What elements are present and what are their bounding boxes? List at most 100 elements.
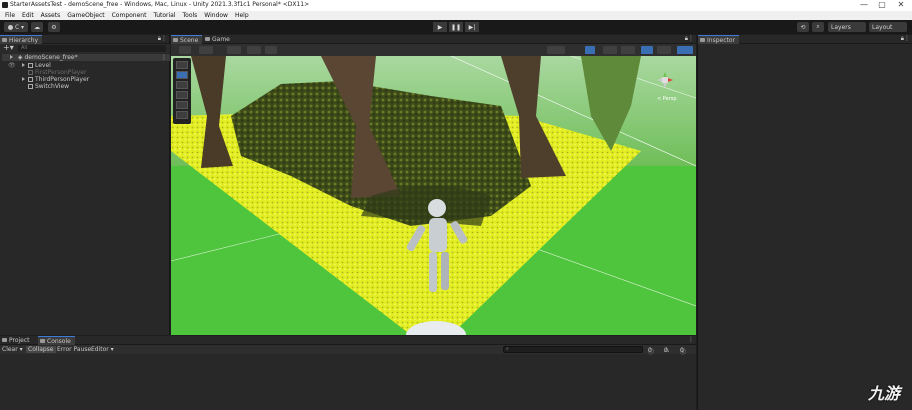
info-count: 0	[648, 347, 652, 354]
rotate-tool-icon[interactable]	[176, 81, 188, 89]
search-icon: ⌕	[506, 346, 509, 352]
clear-button[interactable]: Clear ▾	[2, 346, 23, 353]
scene-root-row[interactable]: ◈ demoScene_free* ⋮	[2, 54, 170, 61]
game-tab-icon	[205, 37, 210, 41]
main-toolbar: C ▾ ☁ ⚙ ▶ ❚❚ ▶| ⟲ ⌕ Layers Layout	[0, 20, 912, 34]
snap-increment-icon[interactable]	[265, 46, 277, 54]
hierarchy-item-level[interactable]: Level	[22, 62, 51, 69]
info-icon	[700, 38, 705, 42]
tab-console[interactable]: Console	[38, 336, 75, 345]
scene-tab-icon	[173, 38, 178, 42]
window-title: StarterAssetsTest - demoScene_free - Win…	[10, 1, 310, 8]
menu-component[interactable]: Component	[112, 12, 147, 19]
menu-tutorial[interactable]: Tutorial	[153, 12, 175, 19]
tab-game-label: Game	[212, 36, 230, 43]
step-button[interactable]: ▶|	[465, 22, 479, 32]
account-icon	[7, 24, 13, 30]
tab-inspector[interactable]: Inspector	[698, 35, 739, 44]
camera-icon[interactable]	[657, 46, 671, 54]
expand-arrow-icon[interactable]	[22, 63, 25, 67]
gameobject-icon	[28, 77, 33, 82]
audio-icon[interactable]	[603, 46, 617, 54]
kebab-menu-icon[interactable]: ⋮	[688, 35, 694, 42]
layers-label: Layers	[831, 23, 851, 31]
close-button[interactable]: ✕	[892, 0, 910, 9]
editor-dropdown[interactable]: Editor ▾	[91, 346, 114, 353]
tab-game[interactable]: Game	[203, 35, 234, 44]
hierarchy-item-firstpersonplayer[interactable]: FirstPersonPlayer	[28, 69, 86, 76]
kebab-menu-icon[interactable]: ⋮	[688, 336, 694, 343]
menu-file[interactable]: File	[5, 12, 15, 19]
hierarchy-item-switchview[interactable]: SwitchView	[28, 83, 69, 90]
global-icon[interactable]	[227, 46, 241, 54]
2d-lighting-icon[interactable]	[585, 46, 595, 54]
visibility-eye-icon[interactable]: 👁︎	[8, 62, 16, 69]
gameobject-icon	[28, 70, 33, 75]
scene-viewport[interactable]: < Persp	[171, 56, 696, 335]
effects-icon[interactable]	[621, 46, 635, 54]
grid-snap-icon[interactable]	[247, 46, 261, 54]
tab-scene-label: Scene	[180, 37, 199, 44]
maximize-button[interactable]: ▢	[873, 0, 891, 9]
expand-arrow-icon[interactable]	[22, 77, 25, 81]
hierarchy-tabbar: Hierarchy 🔒︎ ⋮	[0, 35, 169, 44]
hierarchy-panel: Hierarchy 🔒︎ ⋮ +▾ All ◈ demoScene_free* …	[0, 35, 170, 335]
console-search-input[interactable]: ⌕	[503, 346, 643, 353]
layers-dropdown[interactable]: Layers	[828, 22, 866, 32]
gizmos-icon[interactable]	[677, 46, 693, 54]
item-label: SwitchView	[35, 83, 70, 90]
search-placeholder: All	[21, 45, 28, 51]
menu-window[interactable]: Window	[204, 12, 228, 19]
move-tool-icon[interactable]	[176, 71, 188, 79]
kebab-menu-icon[interactable]: ⋮	[161, 35, 167, 42]
collab-icon[interactable]: ⚙	[48, 22, 60, 32]
minimize-button[interactable]: —	[855, 0, 873, 9]
scale-tool-icon[interactable]	[176, 91, 188, 99]
menu-help[interactable]: Help	[235, 12, 249, 19]
scene-toolbar	[171, 44, 696, 56]
tab-scene[interactable]: Scene	[171, 35, 203, 44]
hand-tool-icon[interactable]	[176, 61, 188, 69]
scene-kebab-icon[interactable]: ⋮	[161, 54, 167, 61]
draw-mode-icon[interactable]	[179, 46, 191, 54]
warning-count-value: 0	[664, 347, 668, 354]
scene-render	[171, 56, 696, 335]
gameobject-icon	[28, 63, 33, 68]
persp-label[interactable]: < Persp	[657, 96, 677, 102]
tab-inspector-label: Inspector	[707, 37, 735, 44]
add-icon[interactable]: +▾	[3, 44, 14, 52]
play-button[interactable]: ▶	[433, 22, 447, 32]
hierarchy-item-thirdpersonplayer[interactable]: ThirdPersonPlayer	[22, 76, 89, 83]
expand-arrow-icon[interactable]	[10, 55, 13, 59]
menu-edit[interactable]: Edit	[22, 12, 34, 19]
pause-button[interactable]: ❚❚	[449, 22, 463, 32]
hierarchy-search-input[interactable]: All	[18, 45, 166, 52]
scene-panel: Scene Game 🔒︎ ⋮ < Persp	[171, 35, 696, 335]
layout-dropdown[interactable]: Layout	[869, 22, 907, 32]
tab-project[interactable]: Project	[0, 336, 34, 345]
hierarchy-toolbar: +▾ All	[0, 44, 170, 53]
scene-visibility-icon[interactable]	[641, 46, 653, 54]
kebab-menu-icon[interactable]: ⋮	[904, 35, 910, 42]
shading-mode-icon[interactable]	[547, 46, 565, 54]
rect-tool-icon[interactable]	[176, 101, 188, 109]
menu-tools[interactable]: Tools	[183, 12, 198, 19]
menu-gameobject[interactable]: GameObject	[67, 12, 104, 19]
pivot-icon[interactable]	[199, 46, 213, 54]
console-icon	[40, 339, 45, 343]
menu-assets[interactable]: Assets	[41, 12, 61, 19]
history-icon[interactable]: ⟲	[797, 22, 809, 32]
console-toolbar: Clear ▾ Collapse Error Pause Editor ▾ ⌕ …	[0, 345, 696, 356]
error-count-value: 0	[680, 347, 684, 354]
unity-logo-icon	[2, 2, 8, 8]
watermark-logo: 九游	[867, 384, 900, 403]
transform-tool-icon[interactable]	[176, 111, 188, 119]
error-pause-button[interactable]: Error Pause	[57, 346, 91, 353]
collapse-button[interactable]: Collapse	[26, 346, 56, 353]
account-button[interactable]: C ▾	[4, 22, 28, 32]
console-tabbar: Project Console ⋮	[0, 336, 696, 345]
search-icon[interactable]: ⌕	[812, 22, 824, 32]
list-icon	[2, 38, 7, 42]
transform-tools	[173, 58, 191, 124]
cloud-icon[interactable]: ☁	[31, 22, 43, 32]
